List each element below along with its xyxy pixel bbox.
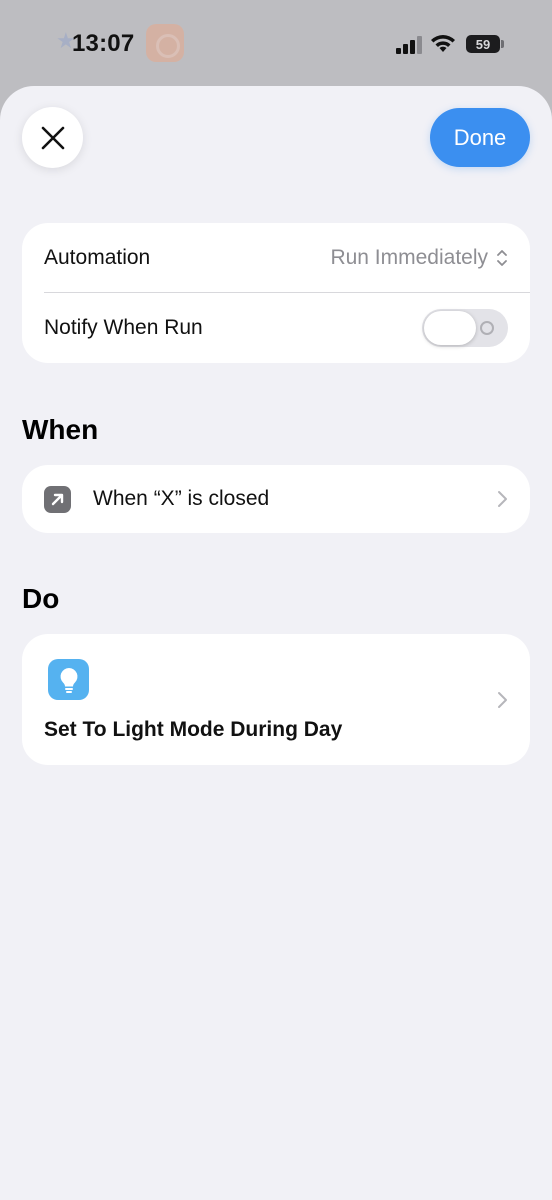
automation-row[interactable]: Automation Run Immediately — [22, 223, 530, 293]
toggle-off-indicator — [480, 321, 494, 335]
chevron-right-icon — [498, 491, 507, 507]
chevron-right-icon — [498, 692, 507, 708]
status-time: 13:07 — [72, 30, 135, 57]
battery-icon: 59 — [466, 35, 500, 53]
toggle-knob — [424, 311, 476, 345]
arrow-up-right-icon — [44, 485, 71, 513]
close-button[interactable] — [22, 107, 83, 168]
automation-label: Automation — [44, 246, 151, 269]
close-icon — [41, 126, 64, 149]
notify-row: Notify When Run — [22, 293, 530, 363]
done-button[interactable]: Done — [430, 108, 530, 167]
action-label: Set To Light Mode During Day — [44, 718, 343, 741]
wifi-icon — [431, 35, 455, 52]
cellular-signal-icon — [396, 36, 422, 54]
trigger-label: When “X” is closed — [93, 487, 270, 510]
battery-nub — [501, 40, 504, 48]
background-app-icon — [146, 24, 184, 62]
automation-value[interactable]: Run Immediately — [330, 246, 488, 270]
notify-toggle[interactable] — [422, 309, 508, 347]
trigger-row[interactable]: When “X” is closed — [22, 465, 530, 533]
chevron-up-down-icon — [497, 250, 507, 266]
do-section-title: Do — [22, 583, 60, 614]
action-card[interactable]: Set To Light Mode During Day — [22, 634, 530, 765]
settings-card: Automation Run Immediately Notify When R… — [22, 223, 530, 363]
lightbulb-icon — [48, 659, 89, 700]
when-section-title: When — [22, 414, 99, 445]
battery-level: 59 — [475, 36, 491, 52]
when-card[interactable]: When “X” is closed — [22, 465, 530, 533]
status-bar: ★ 13:07 59 — [0, 0, 552, 90]
notify-label: Notify When Run — [44, 316, 203, 339]
